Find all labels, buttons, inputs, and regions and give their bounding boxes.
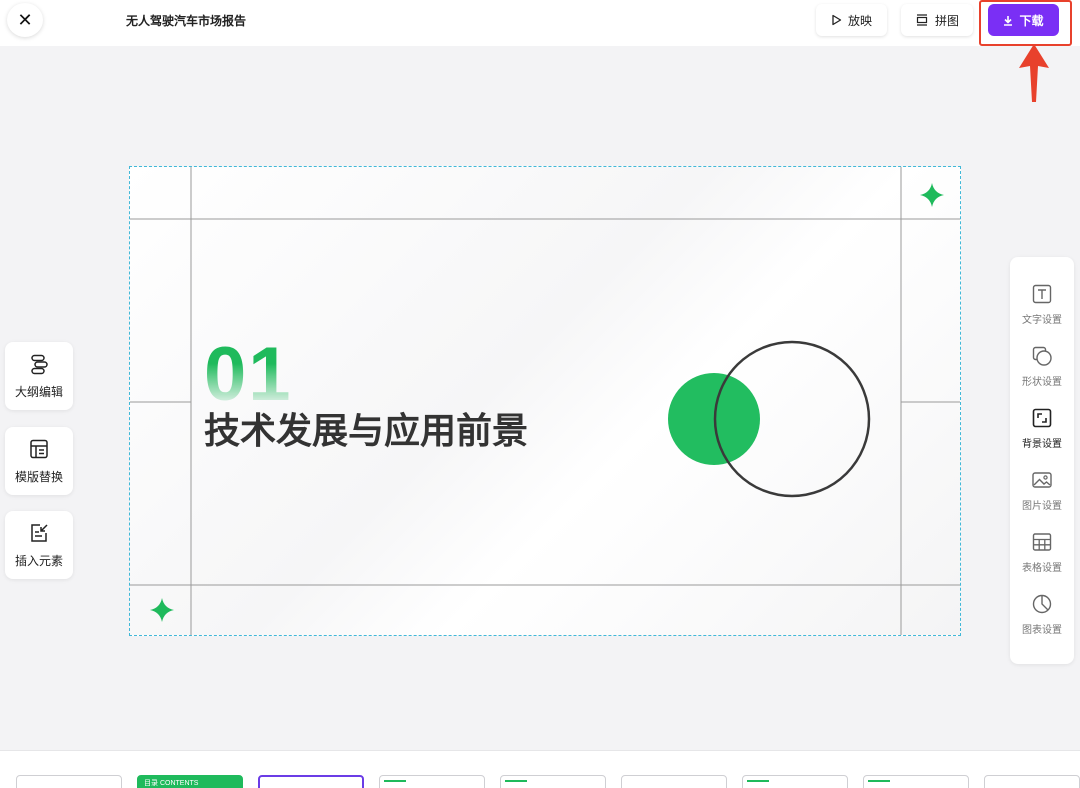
- text-settings-label: 文字设置: [1022, 315, 1062, 326]
- chart-settings-button[interactable]: 图表设置: [1010, 593, 1074, 649]
- download-label: 下载: [1019, 13, 1044, 28]
- text-icon: [1032, 284, 1052, 304]
- close-button[interactable]: ✕: [7, 3, 43, 37]
- shape-settings-label: 形状设置: [1022, 377, 1062, 388]
- outline-edit-label: 大纲编辑: [14, 384, 63, 399]
- insert-element-button[interactable]: 插入元素: [5, 511, 73, 579]
- collage-label: 拼图: [934, 13, 959, 28]
- chart-settings-label: 图表设置: [1022, 625, 1062, 636]
- download-icon: [1004, 15, 1013, 26]
- slide-title[interactable]: 技术发展与应用前景: [204, 402, 528, 454]
- top-bar: ✕ 无人驾驶汽车市场报告 放映 拼图 下载: [0, 0, 1080, 46]
- image-settings-label: 图片设置: [1022, 501, 1062, 512]
- thumbnail-slide-selected[interactable]: [258, 775, 364, 788]
- background-icon: [1032, 408, 1052, 428]
- outline-icon: [31, 354, 48, 374]
- play-label: 放映: [847, 13, 872, 28]
- collage-button[interactable]: 拼图: [901, 4, 973, 36]
- template-icon: [30, 439, 48, 458]
- insert-element-label: 插入元素: [14, 553, 63, 568]
- template-replace-button[interactable]: 模版替换: [5, 427, 73, 495]
- background-settings-button[interactable]: 背景设置: [1010, 407, 1074, 463]
- play-button[interactable]: 放映: [816, 4, 887, 36]
- thumbnail-slide[interactable]: [742, 775, 848, 788]
- thumbnail-slide[interactable]: [621, 775, 727, 788]
- shape-settings-button[interactable]: 形状设置: [1010, 345, 1074, 401]
- table-settings-button[interactable]: 表格设置: [1010, 531, 1074, 587]
- thumbnail-label: 目录 CONTENTS: [144, 780, 199, 787]
- thumbnail-slide[interactable]: [984, 775, 1080, 788]
- play-icon: [832, 14, 842, 26]
- background-settings-label: 背景设置: [1022, 439, 1062, 450]
- thumbnail-slide[interactable]: [379, 775, 485, 788]
- shape-icon: [1032, 346, 1052, 366]
- template-replace-label: 模版替换: [14, 469, 63, 484]
- insert-icon: [31, 523, 48, 542]
- image-icon: [1032, 472, 1052, 488]
- table-icon: [1032, 533, 1052, 551]
- text-settings-button[interactable]: 文字设置: [1010, 283, 1074, 339]
- thumbnail-strip: 目录 CONTENTS: [0, 750, 1080, 788]
- sparkle-icon-bottom-left: [150, 598, 174, 622]
- close-icon: ✕: [17, 9, 33, 30]
- thumbnail-slide[interactable]: [863, 775, 969, 788]
- download-button[interactable]: 下载: [988, 4, 1059, 36]
- slide-canvas[interactable]: 01 技术发展与应用前景: [129, 166, 961, 636]
- chart-icon: [1032, 594, 1052, 614]
- thumbnail-slide[interactable]: [500, 775, 606, 788]
- table-settings-label: 表格设置: [1022, 563, 1062, 574]
- thumbnail-slide[interactable]: [16, 775, 122, 788]
- thumbnail-slide[interactable]: 目录 CONTENTS: [137, 775, 243, 788]
- image-settings-button[interactable]: 图片设置: [1010, 469, 1074, 525]
- sparkle-icon-top-right: [920, 183, 944, 207]
- outline-edit-button[interactable]: 大纲编辑: [5, 342, 73, 410]
- settings-panel: 文字设置 形状设置 背景设置 图片设置 表格设置 图表设置: [1010, 257, 1074, 664]
- document-title: 无人驾驶汽车市场报告: [126, 14, 247, 28]
- red-arrow-icon: [1019, 44, 1049, 102]
- collage-icon: [916, 14, 928, 26]
